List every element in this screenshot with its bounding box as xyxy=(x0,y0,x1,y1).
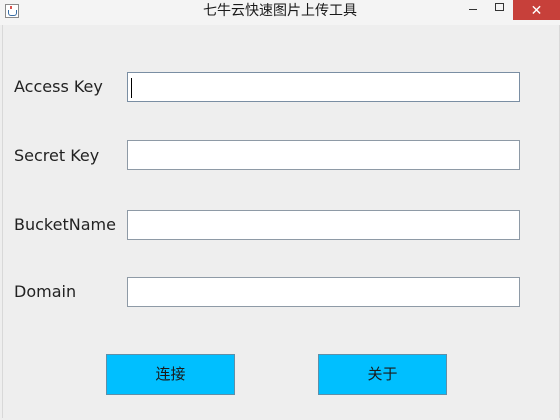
secret-key-input[interactable] xyxy=(127,140,520,170)
access-key-label: Access Key xyxy=(14,77,103,96)
text-caret xyxy=(131,78,132,98)
bucket-name-input[interactable] xyxy=(127,210,520,240)
title-bar[interactable]: 七牛云快速图片上传工具 ✕ xyxy=(0,0,560,25)
maximize-button[interactable] xyxy=(488,0,510,20)
bucket-name-label: BucketName xyxy=(14,215,116,234)
app-window: 七牛云快速图片上传工具 ✕ Access Key Secret Key Buck… xyxy=(0,0,560,420)
maximize-icon xyxy=(495,3,504,11)
secret-key-label: Secret Key xyxy=(14,146,100,165)
form-panel: Access Key Secret Key BucketName Domain … xyxy=(2,25,560,418)
about-button[interactable]: 关于 xyxy=(318,354,447,395)
close-icon: ✕ xyxy=(530,3,543,19)
access-key-input[interactable] xyxy=(127,72,520,102)
minimize-button[interactable] xyxy=(462,0,484,20)
domain-input[interactable] xyxy=(127,277,520,307)
domain-label: Domain xyxy=(14,282,77,301)
close-button[interactable]: ✕ xyxy=(513,0,560,20)
minimize-icon xyxy=(469,9,477,10)
connect-button[interactable]: 连接 xyxy=(106,354,235,395)
